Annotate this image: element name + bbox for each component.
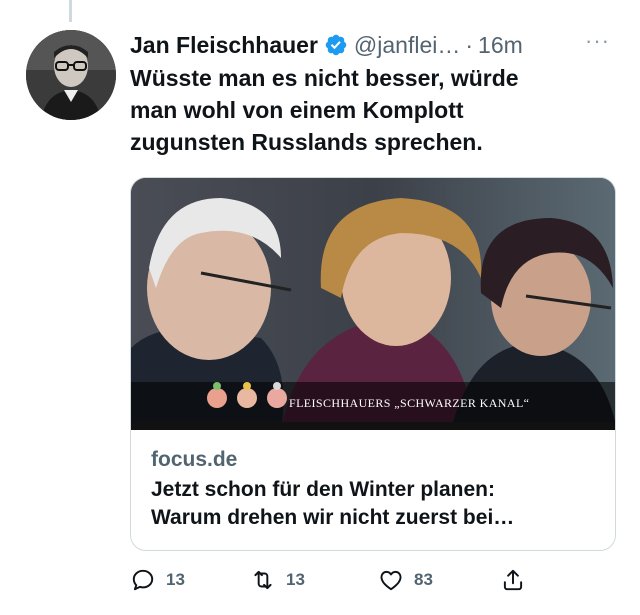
share-icon <box>503 569 523 591</box>
card-image: FLEISCHHAUERS „SCHWARZER KANAL“ <box>131 178 615 430</box>
reply-count: 13 <box>166 570 185 589</box>
retweet-button[interactable]: 13 <box>250 562 378 598</box>
retweet-count: 13 <box>286 570 305 589</box>
card-domain: focus.de <box>151 448 238 471</box>
share-button[interactable] <box>500 562 540 598</box>
tweet-text-line: Wüsste man es nicht besser, würde <box>130 65 519 91</box>
card-title-line: Warum drehen wir nicht zuerst bei… <box>151 506 515 529</box>
retweet-icon <box>254 570 272 590</box>
timestamp[interactable]: 16m <box>478 32 523 59</box>
card-title-line: Jetzt schon für den Winter planen: <box>151 478 495 501</box>
image-caption: FLEISCHHAUERS „SCHWARZER KANAL“ <box>289 396 530 410</box>
thread-connector-line <box>69 0 72 22</box>
separator-dot: · <box>465 31 474 58</box>
like-button[interactable]: 83 <box>378 562 500 598</box>
link-preview-card[interactable]: FLEISCHHAUERS „SCHWARZER KANAL“ focus.de… <box>130 177 616 551</box>
like-count: 83 <box>414 570 433 589</box>
avatar-photo <box>26 30 116 120</box>
like-icon <box>380 570 402 591</box>
more-icon[interactable]: ··· <box>585 28 610 54</box>
tweet-text-line: zugunsten Russlands sprechen. <box>130 129 483 155</box>
author-name[interactable]: Jan Fleischhauer <box>130 32 318 59</box>
reply-button[interactable]: 13 <box>130 562 250 598</box>
reply-icon <box>132 569 154 591</box>
card-meta: focus.de Jetzt schon für den Winter plan… <box>131 430 615 532</box>
action-bar: 13 13 83 <box>130 562 540 598</box>
author-handle[interactable]: @janflei… <box>354 32 460 59</box>
avatar[interactable] <box>26 30 116 120</box>
verified-badge-icon <box>324 33 348 57</box>
card-title: Jetzt schon für den Winter planen: Warum… <box>151 476 595 532</box>
tweet-text: Wüsste man es nicht besser, würde man wo… <box>130 62 600 158</box>
tweet-header: Jan Fleischhauer @janflei… · 16m ··· <box>130 28 620 62</box>
tweet-text-line: man wohl von einem Komplott <box>130 97 464 123</box>
